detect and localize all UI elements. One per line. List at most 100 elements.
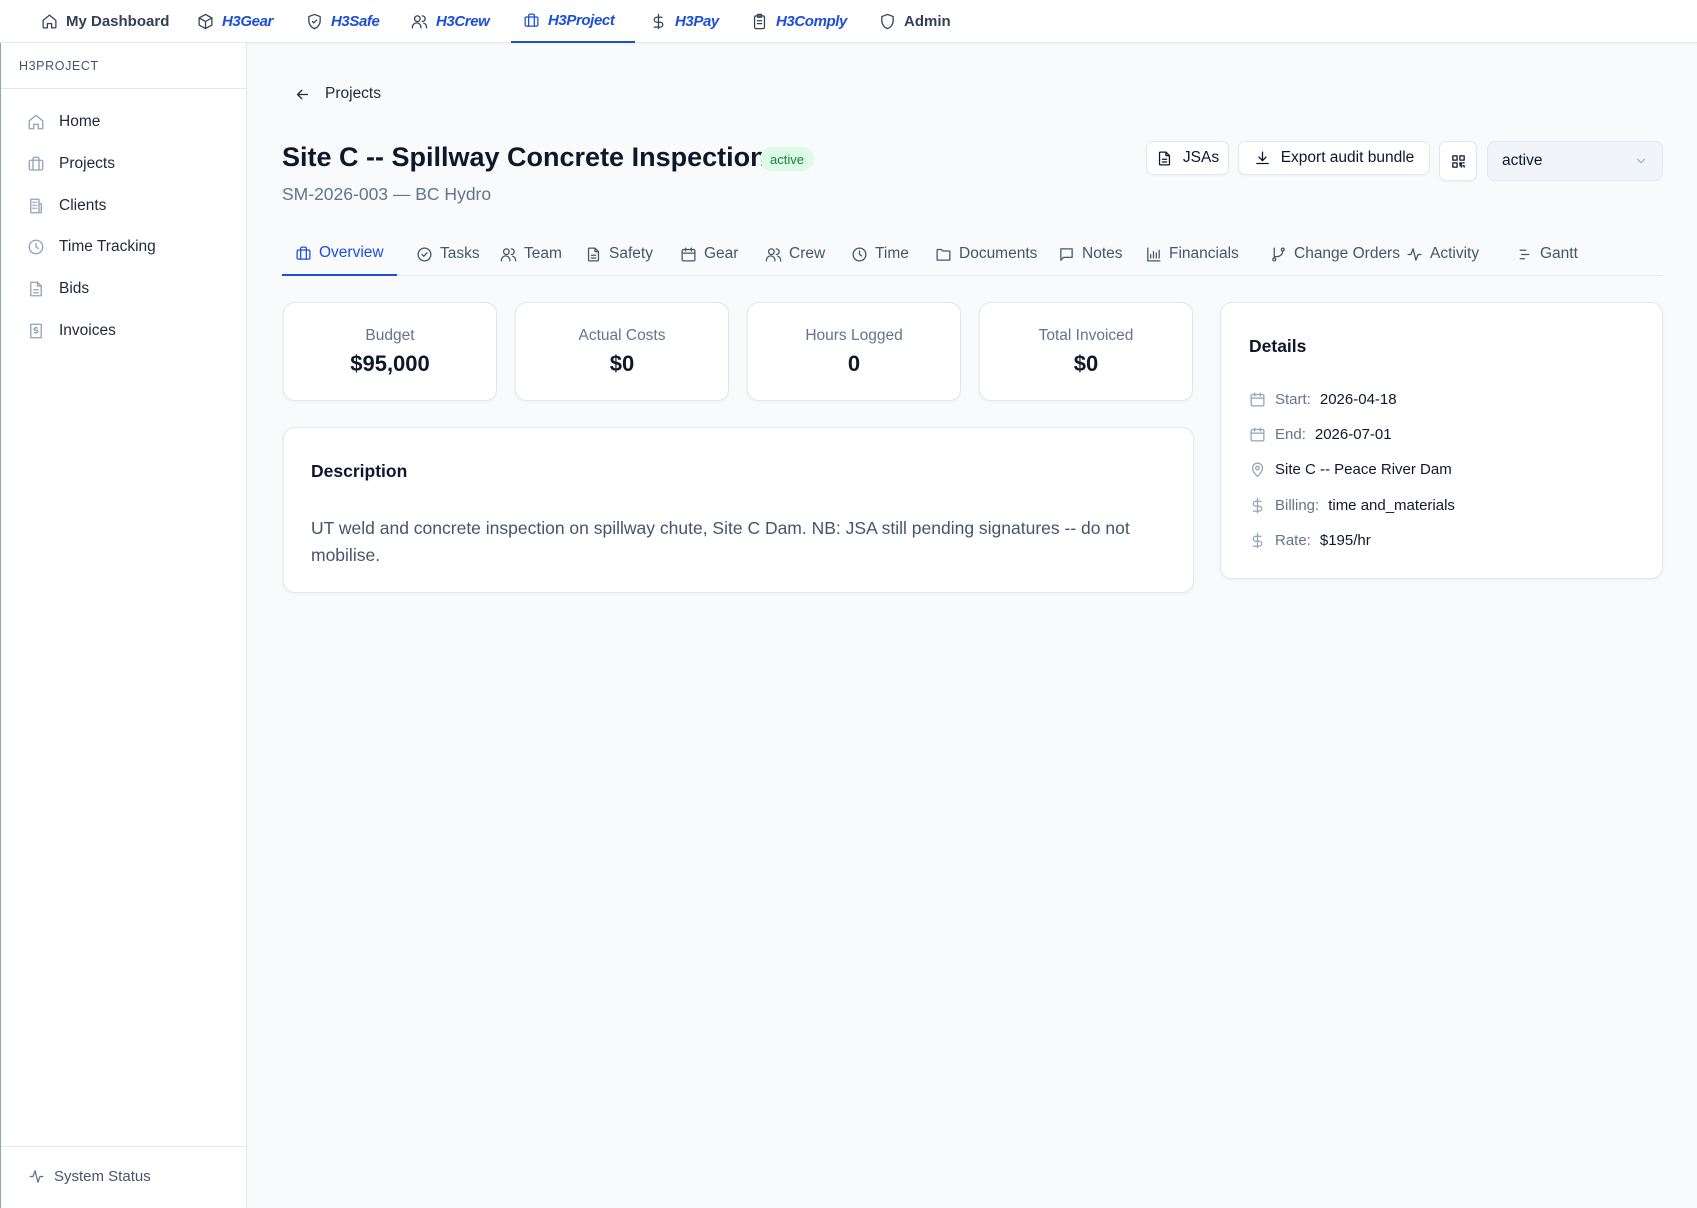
sidebar-section-title: H3PROJECT xyxy=(19,59,99,73)
gantt-icon xyxy=(1516,246,1533,263)
nav-h3comply[interactable]: H3Comply xyxy=(751,0,847,43)
sidebar-bottom-divider xyxy=(1,1146,247,1147)
building-icon xyxy=(27,197,45,215)
tab-documents[interactable]: Documents xyxy=(922,232,1050,276)
tab-label: Gear xyxy=(704,245,739,262)
stat-value: 0 xyxy=(847,350,861,376)
tab-gear[interactable]: Gear xyxy=(667,232,751,276)
activity-icon xyxy=(1406,246,1423,263)
receipt-icon xyxy=(27,322,45,340)
tab-label: Documents xyxy=(959,245,1038,262)
tab-label: Activity xyxy=(1430,245,1480,262)
message-square-icon xyxy=(1058,246,1075,263)
tab-change-orders[interactable]: Change Orders xyxy=(1257,232,1413,276)
tab-team[interactable]: Team xyxy=(487,232,575,276)
detail-label: Billing: xyxy=(1275,497,1320,514)
dollar-icon xyxy=(650,13,667,30)
tab-time[interactable]: Time xyxy=(838,232,922,276)
briefcase-icon xyxy=(295,245,312,262)
sidebar-item-projects[interactable]: Projects xyxy=(27,149,115,179)
bar-chart-icon xyxy=(1145,246,1162,263)
calendar-icon xyxy=(1249,391,1266,408)
sidebar-item-label: Time Tracking xyxy=(59,238,156,255)
system-status-link[interactable]: System Status xyxy=(28,1168,151,1185)
jsas-button[interactable]: JSAs xyxy=(1146,141,1229,175)
qr-code-icon xyxy=(1450,153,1467,170)
arrow-left-icon xyxy=(294,86,311,103)
status-select[interactable]: active xyxy=(1487,141,1663,181)
nav-h3pay[interactable]: H3Pay xyxy=(650,0,719,43)
shield-icon xyxy=(879,13,896,30)
nav-h3safe[interactable]: H3Safe xyxy=(306,0,380,43)
file-text-icon xyxy=(1156,150,1173,167)
stat-label: Total Invoiced xyxy=(1038,326,1134,344)
description-text: UT weld and concrete inspection on spill… xyxy=(311,518,1130,565)
tab-notes[interactable]: Notes xyxy=(1045,232,1136,276)
detail-value: time and_materials xyxy=(1328,497,1455,514)
check-circle-icon xyxy=(416,246,433,263)
sidebar-item-label: Bids xyxy=(59,280,90,297)
sidebar-item-invoices[interactable]: Invoices xyxy=(27,316,116,346)
tab-financials[interactable]: Financials xyxy=(1132,232,1252,276)
tab-activity[interactable]: Activity xyxy=(1393,232,1492,276)
status-badge: active xyxy=(760,147,814,171)
home-icon xyxy=(27,113,45,131)
detail-end: End: 2026-07-01 xyxy=(1249,426,1392,443)
details-card: Details Start: 2026-04-18 End: 2026-07-0… xyxy=(1220,302,1663,579)
nav-h3crew[interactable]: H3Crew xyxy=(411,0,490,43)
detail-billing: Billing: time and_materials xyxy=(1249,497,1455,514)
stat-card-actual-costs: Actual Costs $0 xyxy=(515,302,729,401)
detail-value: 2026-07-01 xyxy=(1314,426,1392,443)
stat-value: $0 xyxy=(1073,350,1099,376)
export-audit-bundle-label: Export audit bundle xyxy=(1280,149,1415,166)
qr-code-button[interactable] xyxy=(1439,141,1477,181)
sidebar-item-label: Invoices xyxy=(59,322,116,339)
tab-label: Time xyxy=(875,245,909,262)
export-audit-bundle-button[interactable]: Export audit bundle xyxy=(1238,141,1430,175)
stat-card-budget: Budget $95,000 xyxy=(283,302,497,401)
tab-gantt[interactable]: Gantt xyxy=(1503,232,1591,276)
sidebar-item-time-tracking[interactable]: Time Tracking xyxy=(27,232,156,262)
clipboard-icon xyxy=(751,13,768,30)
file-text-icon xyxy=(585,246,602,263)
back-to-projects-link[interactable]: Projects xyxy=(294,85,381,103)
box-icon xyxy=(197,13,214,30)
description-card: Description UT weld and concrete inspect… xyxy=(283,427,1194,593)
users-icon xyxy=(765,246,782,263)
chevron-down-icon xyxy=(1634,154,1648,168)
nav-admin[interactable]: Admin xyxy=(879,0,951,43)
nav-my-dashboard[interactable]: My Dashboard xyxy=(41,0,169,43)
detail-start: Start: 2026-04-18 xyxy=(1249,391,1397,408)
tab-label: Team xyxy=(524,245,562,262)
sidebar-item-clients[interactable]: Clients xyxy=(27,191,106,221)
briefcase-icon xyxy=(27,155,45,173)
system-status-label: System Status xyxy=(54,1168,151,1185)
sidebar-item-home[interactable]: Home xyxy=(27,107,100,137)
stat-value: $95,000 xyxy=(350,350,430,376)
detail-rate: Rate: $195/hr xyxy=(1249,532,1371,549)
sidebar-item-label: Home xyxy=(59,113,101,130)
details-heading: Details xyxy=(1249,336,1307,356)
shield-check-icon xyxy=(306,13,323,30)
sidebar-item-bids[interactable]: Bids xyxy=(27,274,89,304)
nav-admin-label: Admin xyxy=(904,13,951,30)
stat-label: Hours Logged xyxy=(805,326,903,344)
nav-h3project[interactable]: H3Project xyxy=(511,0,635,43)
jsas-button-label: JSAs xyxy=(1182,149,1220,166)
file-icon xyxy=(27,280,45,298)
nav-h3gear[interactable]: H3Gear xyxy=(197,0,273,43)
dollar-icon xyxy=(1249,532,1266,549)
tab-tasks[interactable]: Tasks xyxy=(403,232,493,276)
tab-crew[interactable]: Crew xyxy=(752,232,838,276)
users-icon xyxy=(500,246,517,263)
detail-label: Rate: xyxy=(1275,532,1311,549)
tab-label: Financials xyxy=(1169,245,1239,262)
home-icon xyxy=(41,13,58,30)
status-select-value: active xyxy=(1502,152,1543,169)
sidebar-divider xyxy=(1,88,247,89)
tab-safety[interactable]: Safety xyxy=(572,232,666,276)
tab-overview[interactable]: Overview xyxy=(282,232,397,276)
sidebar-item-label: Clients xyxy=(59,197,107,214)
tab-label: Tasks xyxy=(440,245,480,262)
nav-h3safe-label: H3Safe xyxy=(331,13,380,30)
